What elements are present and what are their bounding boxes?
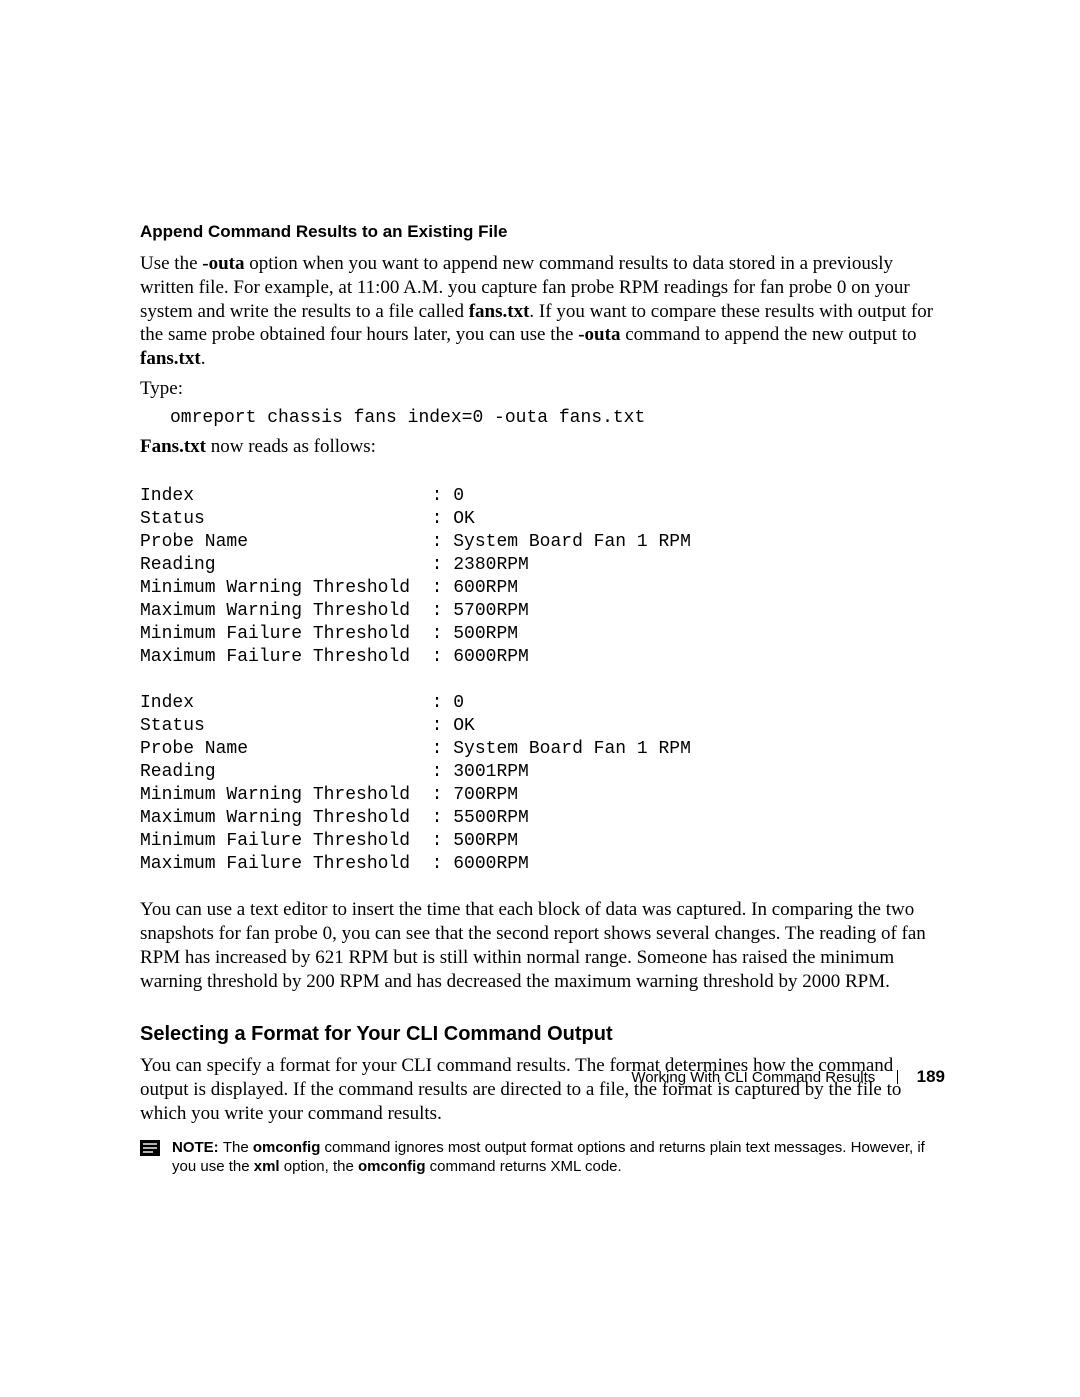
text: Use the — [140, 253, 202, 274]
output-block: Index : 0 Status : OK Probe Name : Syste… — [140, 485, 945, 877]
cmd-omconfig: omconfig — [358, 1158, 426, 1175]
filename-fans-txt: Fans.txt — [140, 436, 206, 457]
text: now reads as follows: — [206, 436, 376, 457]
cmd-omconfig: omconfig — [253, 1139, 321, 1156]
page-footer: Working With CLI Command Results 189 — [631, 1067, 945, 1087]
note-icon — [140, 1140, 160, 1156]
option-outa: -outa — [202, 253, 244, 274]
note-label: NOTE: — [172, 1139, 223, 1156]
paragraph-1: Use the -outa option when you want to ap… — [140, 252, 945, 371]
note: NOTE: The omconfig command ignores most … — [140, 1138, 945, 1177]
filename-fans-txt: fans.txt — [140, 348, 201, 369]
heading-append: Append Command Results to an Existing Fi… — [140, 222, 945, 242]
text: The — [223, 1139, 253, 1156]
text: command to append the new output to — [620, 324, 916, 345]
heading-format: Selecting a Format for Your CLI Command … — [140, 1023, 945, 1046]
footer-separator — [897, 1070, 898, 1084]
paragraph-2: Fans.txt now reads as follows: — [140, 435, 945, 459]
text: command returns XML code. — [426, 1158, 622, 1175]
command-line: omreport chassis fans index=0 -outa fans… — [170, 407, 945, 430]
page-number: 189 — [917, 1067, 945, 1086]
text: option, the — [280, 1158, 358, 1175]
note-text: NOTE: The omconfig command ignores most … — [172, 1138, 945, 1177]
paragraph-3: You can use a text editor to insert the … — [140, 898, 945, 993]
option-outa: -outa — [578, 324, 620, 345]
type-label: Type: — [140, 377, 945, 401]
footer-section: Working With CLI Command Results — [631, 1069, 875, 1086]
page: Append Command Results to an Existing Fi… — [0, 0, 1080, 1397]
opt-xml: xml — [254, 1158, 280, 1175]
paragraph-4: You can specify a format for your CLI co… — [140, 1054, 945, 1125]
filename-fans-txt: fans.txt — [469, 301, 530, 322]
text: . — [201, 348, 206, 369]
